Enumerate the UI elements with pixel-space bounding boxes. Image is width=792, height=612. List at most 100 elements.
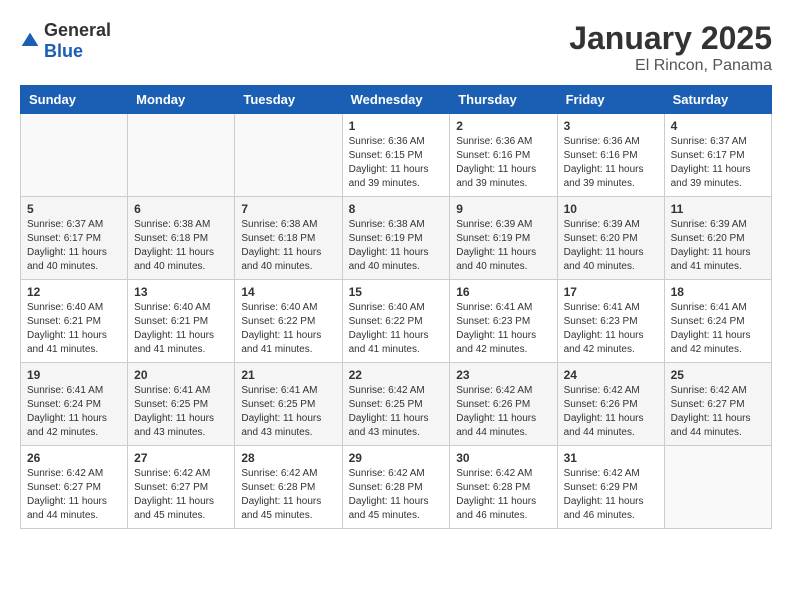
day-info: Sunrise: 6:41 AM Sunset: 6:25 PM Dayligh… [134, 384, 228, 440]
calendar-cell: 30Sunrise: 6:42 AM Sunset: 6:28 PM Dayli… [450, 446, 557, 529]
day-info: Sunrise: 6:36 AM Sunset: 6:16 PM Dayligh… [564, 135, 658, 191]
calendar-cell: 22 Sunrise: 6:42 AM Sunset: 6:25 PM Dayli… [342, 363, 450, 446]
calendar-cell: 28 Sunrise: 6:42 AM Sunset: 6:28 PM Dayli… [235, 446, 342, 529]
day-number: 31 [564, 451, 658, 465]
day-number: 21 [241, 368, 335, 382]
day-info: Sunrise: 6:40 AM Sunset: 6:22 PM Dayligh… [349, 301, 444, 357]
calendar-cell: 4Sunrise: 6:37 AM Sunset: 6:17 PM Daylig… [664, 114, 771, 197]
weekday-header: Wednesday [342, 86, 450, 114]
day-info: Sunrise: 6:42 AM Sunset: 6:26 PM Dayligh… [456, 384, 550, 440]
day-info: Sunrise: 6:40 AM Sunset: 6:21 PM Dayligh… [134, 301, 228, 357]
day-info: Sunrise: 6:42 AM Sunset: 6:28 PM Dayligh… [241, 467, 335, 523]
calendar-week: 12 Sunrise: 6:40 AM Sunset: 6:21 PM Dayli… [21, 280, 772, 363]
day-info: Sunrise: 6:36 AM Sunset: 6:15 PM Dayligh… [349, 135, 444, 191]
calendar-cell: 18Sunrise: 6:41 AM Sunset: 6:24 PM Dayli… [664, 280, 771, 363]
weekday-header: Monday [128, 86, 235, 114]
day-number: 8 [349, 202, 444, 216]
day-number: 3 [564, 119, 658, 133]
calendar-week: 1 Sunrise: 6:36 AM Sunset: 6:15 PM Daylig… [21, 114, 772, 197]
day-number: 13 [134, 285, 228, 299]
day-info: Sunrise: 6:37 AM Sunset: 6:17 PM Dayligh… [671, 135, 765, 191]
day-info: Sunrise: 6:42 AM Sunset: 6:27 PM Dayligh… [134, 467, 228, 523]
calendar-cell [128, 114, 235, 197]
day-info: Sunrise: 6:40 AM Sunset: 6:22 PM Dayligh… [241, 301, 335, 357]
calendar-cell: 17Sunrise: 6:41 AM Sunset: 6:23 PM Dayli… [557, 280, 664, 363]
logo-text: General Blue [44, 20, 111, 62]
calendar-cell: 15Sunrise: 6:40 AM Sunset: 6:22 PM Dayli… [342, 280, 450, 363]
calendar-cell: 5 Sunrise: 6:37 AM Sunset: 6:17 PM Daylig… [21, 197, 128, 280]
calendar-cell [664, 446, 771, 529]
day-number: 9 [456, 202, 550, 216]
day-number: 6 [134, 202, 228, 216]
logo-general: General [44, 20, 111, 40]
day-info: Sunrise: 6:42 AM Sunset: 6:28 PM Dayligh… [349, 467, 444, 523]
day-number: 5 [27, 202, 121, 216]
day-info: Sunrise: 6:42 AM Sunset: 6:27 PM Dayligh… [671, 384, 765, 440]
day-info: Sunrise: 6:38 AM Sunset: 6:18 PM Dayligh… [134, 218, 228, 274]
weekday-header: Thursday [450, 86, 557, 114]
day-number: 2 [456, 119, 550, 133]
day-number: 1 [349, 119, 444, 133]
day-number: 24 [564, 368, 658, 382]
day-info: Sunrise: 6:39 AM Sunset: 6:19 PM Dayligh… [456, 218, 550, 274]
calendar-cell: 24 Sunrise: 6:42 AM Sunset: 6:26 PM Dayli… [557, 363, 664, 446]
day-info: Sunrise: 6:38 AM Sunset: 6:19 PM Dayligh… [349, 218, 444, 274]
weekday-header: Tuesday [235, 86, 342, 114]
day-info: Sunrise: 6:39 AM Sunset: 6:20 PM Dayligh… [564, 218, 658, 274]
day-number: 18 [671, 285, 765, 299]
calendar-cell: 3 Sunrise: 6:36 AM Sunset: 6:16 PM Daylig… [557, 114, 664, 197]
calendar-cell: 29Sunrise: 6:42 AM Sunset: 6:28 PM Dayli… [342, 446, 450, 529]
day-info: Sunrise: 6:41 AM Sunset: 6:25 PM Dayligh… [241, 384, 335, 440]
calendar-cell: 9 Sunrise: 6:39 AM Sunset: 6:19 PM Daylig… [450, 197, 557, 280]
calendar-cell: 11Sunrise: 6:39 AM Sunset: 6:20 PM Dayli… [664, 197, 771, 280]
calendar-cell: 13 Sunrise: 6:40 AM Sunset: 6:21 PM Dayli… [128, 280, 235, 363]
calendar-cell: 20 Sunrise: 6:41 AM Sunset: 6:25 PM Dayli… [128, 363, 235, 446]
calendar-cell: 12Sunrise: 6:40 AM Sunset: 6:21 PM Dayli… [21, 280, 128, 363]
day-number: 10 [564, 202, 658, 216]
day-number: 17 [564, 285, 658, 299]
header: General Blue January 2025 El Rincon, Pan… [20, 20, 772, 75]
calendar-cell: 7Sunrise: 6:38 AM Sunset: 6:18 PM Daylig… [235, 197, 342, 280]
day-number: 14 [241, 285, 335, 299]
calendar-cell: 23 Sunrise: 6:42 AM Sunset: 6:26 PM Dayli… [450, 363, 557, 446]
day-info: Sunrise: 6:42 AM Sunset: 6:28 PM Dayligh… [456, 467, 550, 523]
day-number: 26 [27, 451, 121, 465]
title-section: January 2025 El Rincon, Panama [569, 20, 772, 75]
day-info: Sunrise: 6:42 AM Sunset: 6:25 PM Dayligh… [349, 384, 444, 440]
calendar-week: 26 Sunrise: 6:42 AM Sunset: 6:27 PM Dayli… [21, 446, 772, 529]
day-number: 22 [349, 368, 444, 382]
month-title: January 2025 [569, 20, 772, 57]
calendar-header: SundayMondayTuesdayWednesdayThursdayFrid… [21, 86, 772, 114]
day-number: 23 [456, 368, 550, 382]
day-info: Sunrise: 6:36 AM Sunset: 6:16 PM Dayligh… [456, 135, 550, 191]
day-number: 20 [134, 368, 228, 382]
day-number: 25 [671, 368, 765, 382]
calendar-cell: 19 Sunrise: 6:41 AM Sunset: 6:24 PM Dayli… [21, 363, 128, 446]
calendar-body: 1 Sunrise: 6:36 AM Sunset: 6:15 PM Daylig… [21, 114, 772, 529]
calendar-cell: 1 Sunrise: 6:36 AM Sunset: 6:15 PM Daylig… [342, 114, 450, 197]
calendar-cell: 14 Sunrise: 6:40 AM Sunset: 6:22 PM Dayli… [235, 280, 342, 363]
day-info: Sunrise: 6:42 AM Sunset: 6:27 PM Dayligh… [27, 467, 121, 523]
day-number: 19 [27, 368, 121, 382]
day-number: 27 [134, 451, 228, 465]
day-number: 16 [456, 285, 550, 299]
day-number: 12 [27, 285, 121, 299]
calendar-cell: 26 Sunrise: 6:42 AM Sunset: 6:27 PM Dayli… [21, 446, 128, 529]
calendar-cell: 6 Sunrise: 6:38 AM Sunset: 6:18 PM Daylig… [128, 197, 235, 280]
day-info: Sunrise: 6:42 AM Sunset: 6:29 PM Dayligh… [564, 467, 658, 523]
calendar-week: 5 Sunrise: 6:37 AM Sunset: 6:17 PM Daylig… [21, 197, 772, 280]
calendar-cell: 10 Sunrise: 6:39 AM Sunset: 6:20 PM Dayli… [557, 197, 664, 280]
day-number: 28 [241, 451, 335, 465]
day-info: Sunrise: 6:42 AM Sunset: 6:26 PM Dayligh… [564, 384, 658, 440]
calendar-cell: 8 Sunrise: 6:38 AM Sunset: 6:19 PM Daylig… [342, 197, 450, 280]
day-info: Sunrise: 6:37 AM Sunset: 6:17 PM Dayligh… [27, 218, 121, 274]
calendar-cell [235, 114, 342, 197]
location-title: El Rincon, Panama [569, 57, 772, 75]
logo-blue: Blue [44, 41, 83, 61]
day-info: Sunrise: 6:41 AM Sunset: 6:24 PM Dayligh… [27, 384, 121, 440]
calendar-cell: 31 Sunrise: 6:42 AM Sunset: 6:29 PM Dayli… [557, 446, 664, 529]
weekday-header: Friday [557, 86, 664, 114]
weekday-header: Sunday [21, 86, 128, 114]
calendar-week: 19 Sunrise: 6:41 AM Sunset: 6:24 PM Dayli… [21, 363, 772, 446]
weekday-row: SundayMondayTuesdayWednesdayThursdayFrid… [21, 86, 772, 114]
